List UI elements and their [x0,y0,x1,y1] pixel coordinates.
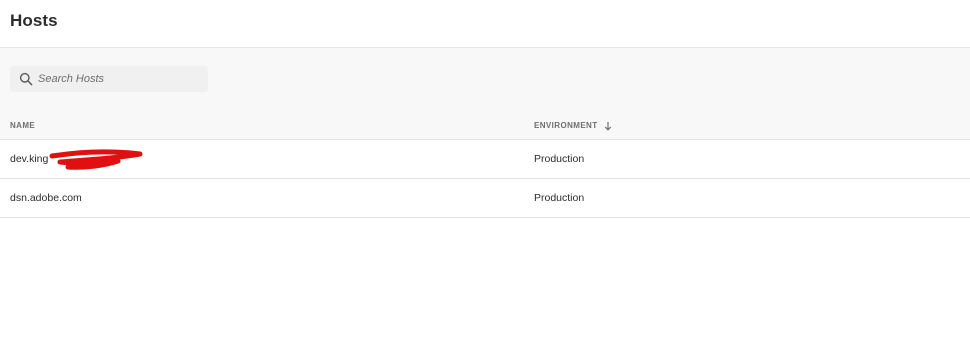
redaction-scribble [49,149,143,170]
search-box[interactable] [10,66,208,92]
column-header-name[interactable]: NAME [10,121,35,130]
hosts-content: NAME ENVIRONMENT dev.king Production dsn… [0,48,970,337]
page-title: Hosts [10,11,58,30]
column-header-environment[interactable]: ENVIRONMENT [534,121,598,130]
page-header: Hosts [0,0,970,48]
host-name-cell[interactable]: dev.king [10,149,143,170]
table-header: NAME ENVIRONMENT [0,110,970,140]
search-icon [19,72,33,86]
table-row[interactable]: dev.king Production [0,140,970,179]
host-name-cell[interactable]: dsn.adobe.com [10,192,82,204]
arrow-down-icon[interactable] [604,121,612,131]
host-name[interactable]: dev.king [10,153,48,165]
search-input[interactable] [38,69,202,89]
environment-cell: Production [534,153,585,165]
table-row[interactable]: dsn.adobe.com Production [0,179,970,218]
environment-cell: Production [534,192,585,204]
